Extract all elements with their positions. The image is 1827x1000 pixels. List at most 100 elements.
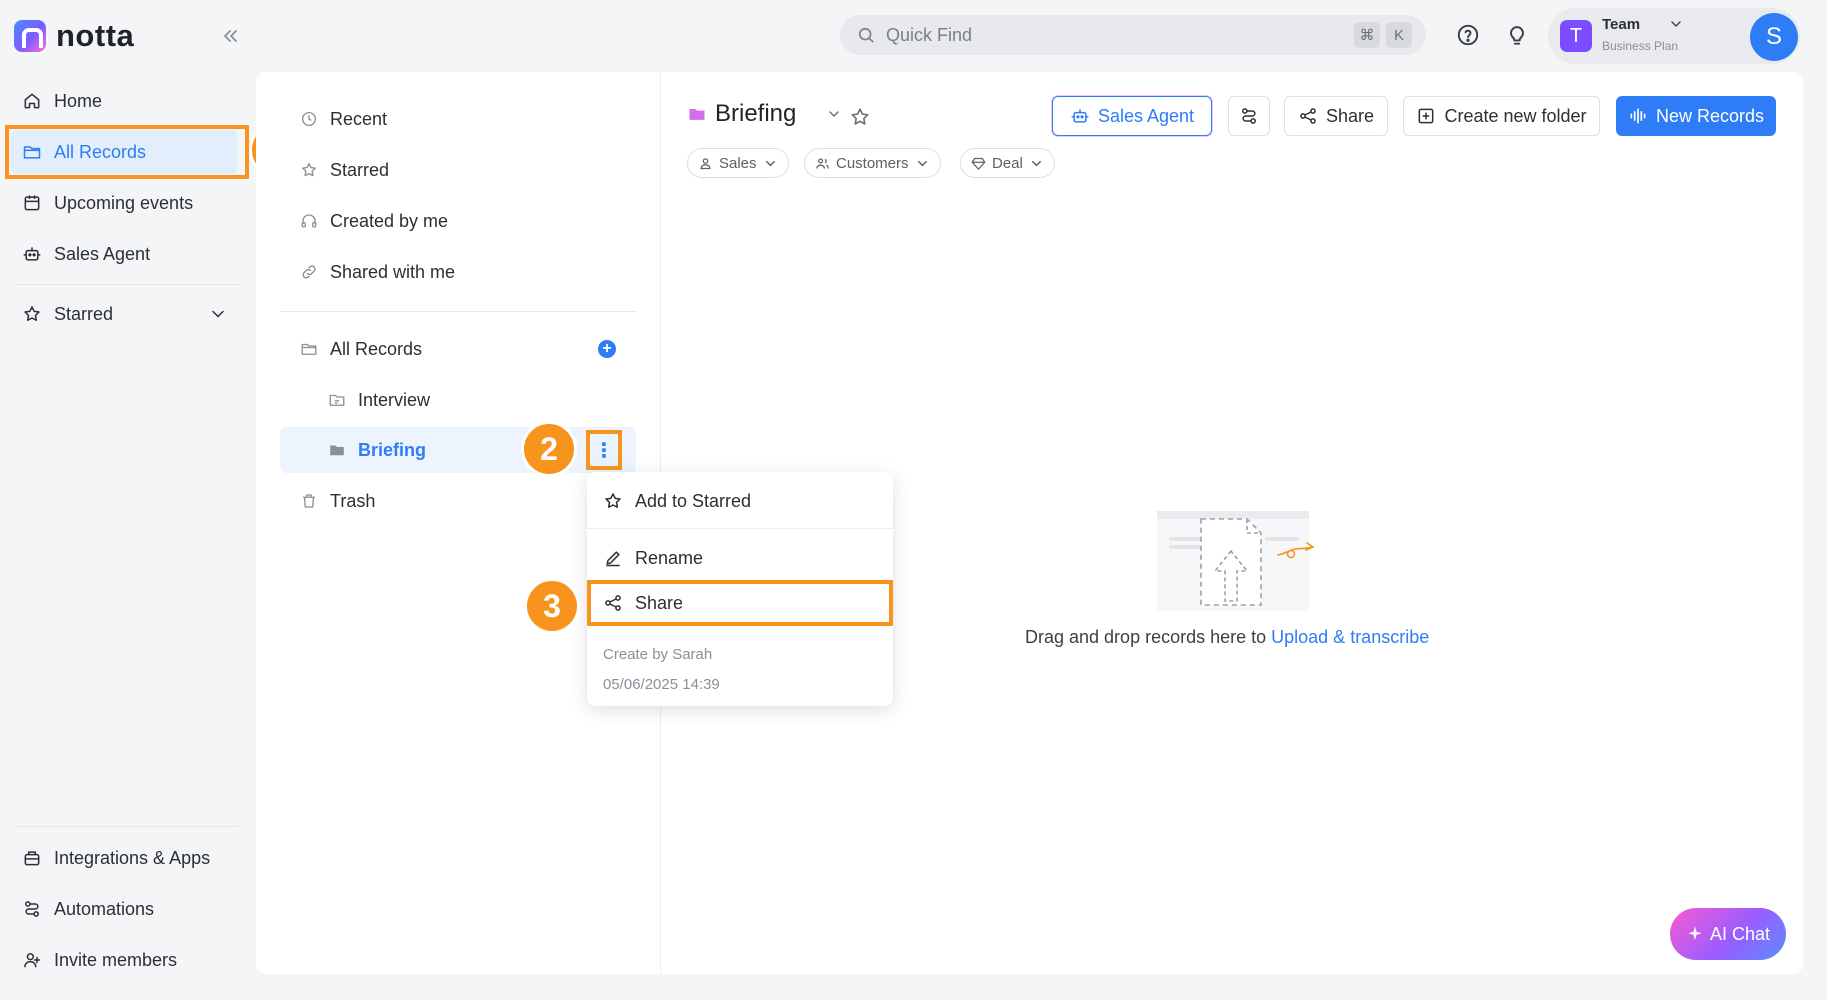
button-label: Sales Agent (1097, 105, 1195, 126)
automation-icon (1239, 106, 1259, 126)
folder-context-menu: Add to Starred Rename Share Create by Sa… (587, 472, 893, 706)
shortcut-key-cmd: ⌘ (1354, 22, 1380, 48)
empty-state-text: Drag and drop records here to (1025, 627, 1272, 647)
annotation-highlight-share (587, 580, 893, 626)
folder-item-label: Created by me (330, 210, 449, 231)
page-title: Briefing (715, 100, 797, 127)
folder-tree-all-records[interactable]: All Records (280, 326, 636, 372)
folder-item-created-by-me[interactable]: Created by me (280, 198, 636, 244)
sidebar-item-label: Home (54, 90, 103, 111)
chevron-down-icon (915, 156, 930, 171)
sidebar-item-sales-agent[interactable]: Sales Agent (10, 232, 238, 276)
waveform-icon (1628, 106, 1648, 126)
lightbulb-icon[interactable] (1504, 22, 1530, 48)
annotation-step-2: 2 (521, 421, 577, 477)
diamond-icon (971, 156, 986, 171)
sidebar-item-automations[interactable]: Automations (10, 887, 238, 931)
team-plan: Business Plan (1602, 39, 1679, 53)
filter-label: Sales (719, 154, 757, 172)
annotation-step-3: 3 (524, 578, 580, 634)
folder-icon (300, 340, 318, 358)
folder-item-label: Shared with me (330, 261, 456, 282)
automation-button[interactable] (1228, 96, 1270, 136)
more-options-button[interactable]: ⋮ (586, 430, 622, 470)
star-folder-icon[interactable] (849, 106, 871, 128)
filter-chip-deal[interactable]: Deal (960, 148, 1055, 178)
create-new-folder-button[interactable]: Create new folder (1403, 96, 1600, 136)
folder-tree-briefing[interactable]: Briefing (280, 427, 636, 473)
apps-icon (22, 848, 42, 868)
ai-chat-label: AI Chat (1709, 923, 1771, 944)
filter-chip-sales[interactable]: Sales (687, 148, 789, 178)
trash-icon (300, 492, 318, 510)
filter-chip-customers[interactable]: Customers (804, 148, 941, 178)
home-icon (22, 91, 42, 111)
invite-icon (22, 950, 42, 970)
team-name: Team (1602, 16, 1641, 33)
share-button[interactable]: Share (1284, 96, 1388, 136)
sales-agent-button[interactable]: Sales Agent (1052, 96, 1212, 136)
ai-chat-button[interactable]: AI Chat (1670, 908, 1786, 960)
menu-item-add-to-starred[interactable]: Add to Starred (587, 480, 893, 522)
pencil-icon (603, 548, 623, 568)
sidebar-item-invite-members[interactable]: Invite members (10, 938, 238, 982)
add-folder-icon (1416, 106, 1436, 126)
quick-find-search[interactable]: Quick Find ⌘ K (840, 15, 1426, 55)
folder-title-bar: Briefing (687, 100, 842, 128)
briefing-folder-icon (687, 104, 707, 124)
folder-item-starred[interactable]: Starred (280, 147, 636, 193)
add-folder-button[interactable]: + (598, 340, 616, 358)
person-icon (698, 156, 713, 171)
clock-icon (300, 110, 318, 128)
menu-item-label: Add to Starred (635, 490, 752, 511)
button-label: Create new folder (1444, 105, 1587, 126)
sidebar-item-label: Invite members (54, 949, 178, 970)
sidebar-item-home[interactable]: Home (10, 79, 238, 123)
calendar-icon (22, 193, 42, 213)
team-avatar: T (1560, 20, 1592, 52)
folder-item-shared-with-me[interactable]: Shared with me (280, 249, 636, 295)
headphones-icon (300, 212, 318, 230)
folder-item-trash[interactable]: Trash (280, 478, 636, 524)
menu-item-label: Rename (635, 547, 704, 568)
button-label: Share (1325, 105, 1375, 126)
folder-tree-interview[interactable]: Interview (280, 377, 636, 423)
button-label: New Records (1655, 105, 1765, 126)
chevron-down-icon[interactable] (1668, 16, 1684, 32)
app-name: notta (56, 18, 135, 53)
chevron-down-icon (763, 156, 778, 171)
menu-item-rename[interactable]: Rename (587, 537, 893, 579)
annotation-highlight-all-records (5, 125, 249, 179)
collapse-sidebar-icon[interactable] (218, 24, 242, 48)
sidebar-item-label: Upcoming events (54, 192, 194, 213)
empty-state-message: Drag and drop records here to Upload & t… (1025, 627, 1429, 648)
menu-divider (587, 528, 893, 529)
search-placeholder: Quick Find (886, 24, 973, 45)
sidebar-starred-section[interactable]: Starred (10, 292, 238, 336)
filter-label: Customers (836, 154, 909, 172)
chevron-down-icon[interactable] (826, 106, 842, 122)
automation-icon (22, 899, 42, 919)
link-icon (300, 263, 318, 281)
sidebar-item-upcoming-events[interactable]: Upcoming events (10, 181, 238, 225)
notta-logo[interactable]: notta (14, 18, 135, 53)
menu-created-by: Create by Sarah (603, 646, 713, 663)
robot-icon (22, 244, 42, 264)
sparkle-icon (1686, 925, 1704, 943)
folder-item-label: Trash (330, 490, 376, 511)
robot-icon (1070, 106, 1090, 126)
folder-item-label: Interview (358, 389, 431, 410)
chevron-down-icon[interactable] (208, 304, 228, 324)
new-records-button[interactable]: New Records (1616, 96, 1776, 136)
menu-created-at: 05/06/2025 14:39 (603, 676, 720, 693)
upload-transcribe-link[interactable]: Upload & transcribe (1271, 627, 1429, 647)
folder-item-label: Briefing (358, 439, 427, 460)
help-icon[interactable] (1455, 22, 1481, 48)
star-icon (603, 491, 623, 511)
sidebar-item-integrations[interactable]: Integrations & Apps (10, 836, 238, 880)
folder-item-recent[interactable]: Recent (280, 96, 636, 142)
folder-icon (328, 391, 346, 409)
sidebar-item-label: Integrations & Apps (54, 847, 211, 868)
user-avatar[interactable]: S (1750, 13, 1798, 61)
sidebar-divider (14, 284, 239, 285)
